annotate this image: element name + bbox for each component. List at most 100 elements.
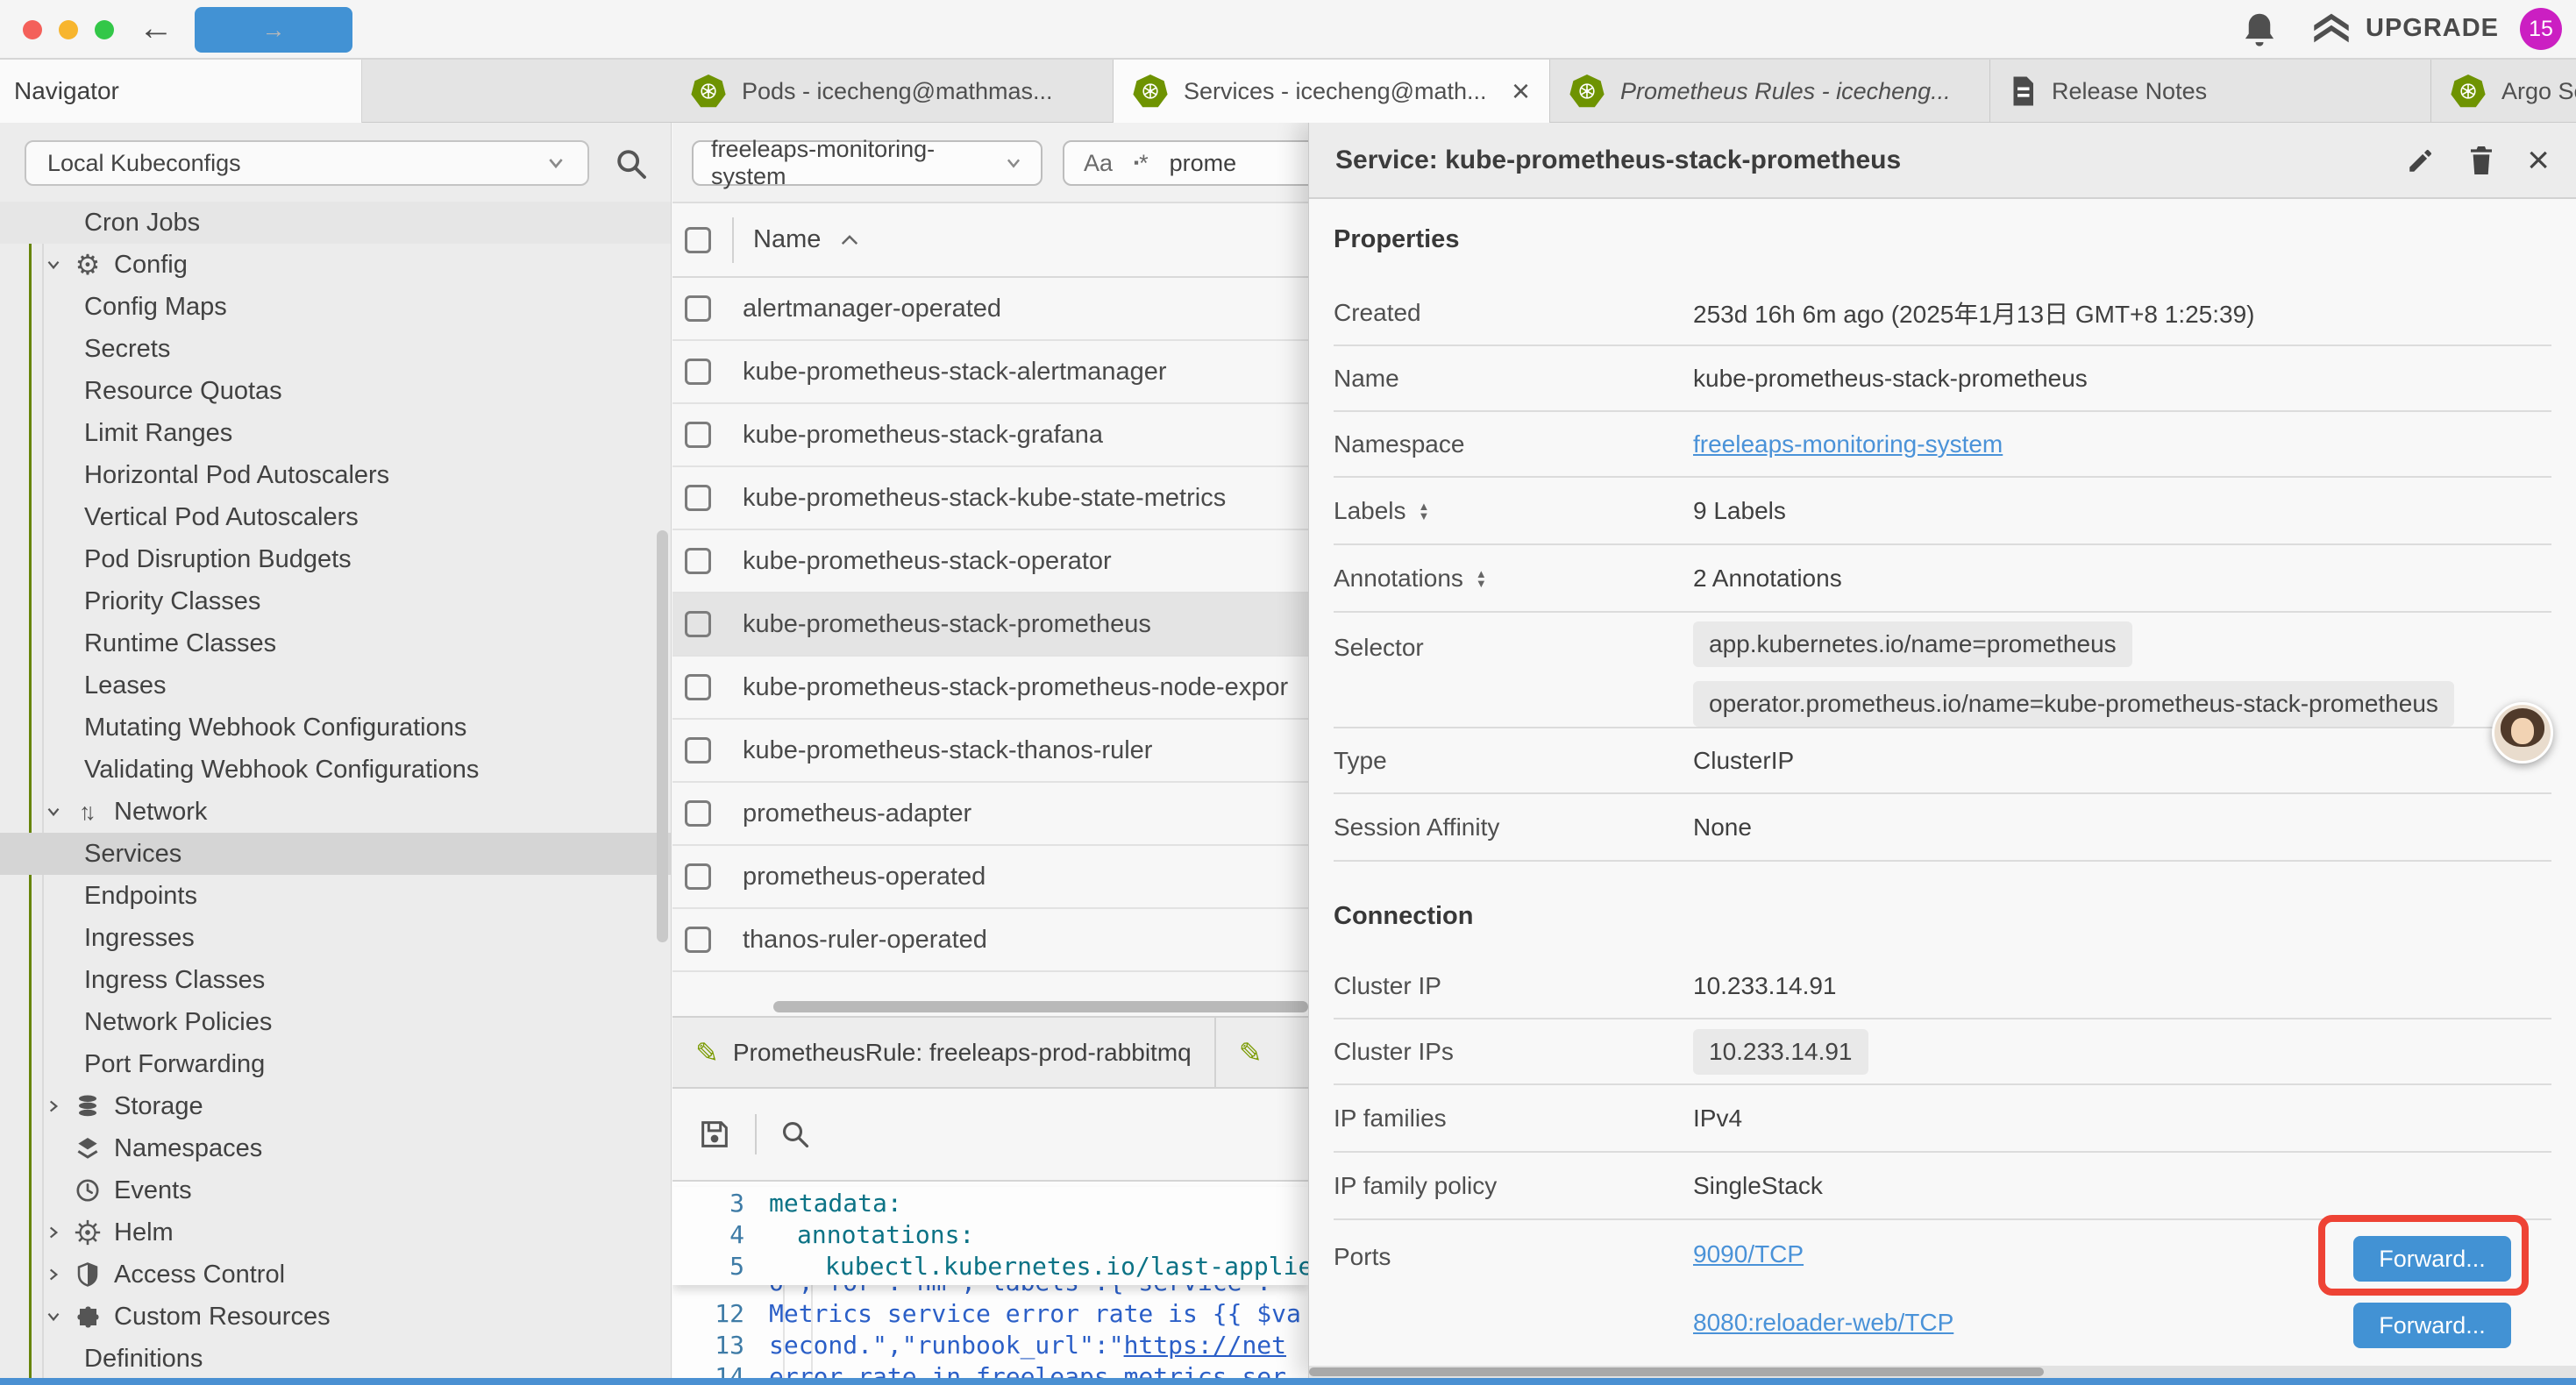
table-row[interactable]: kube-prometheus-stack-thanos-ruler [672, 720, 1308, 783]
sidebar-item-resource-quotas[interactable]: Resource Quotas [0, 370, 671, 412]
sidebar-search-icon[interactable] [614, 146, 649, 181]
sidebar-item-horizontal-pod-autoscalers[interactable]: Horizontal Pod Autoscalers [0, 454, 671, 496]
property-value[interactable]: 2 Annotations [1693, 565, 1842, 593]
upgrade-button[interactable]: UPGRADE [2311, 11, 2499, 46]
name-filter-input[interactable]: Aa ▪* prome [1063, 140, 1308, 186]
name-column-header[interactable]: Name [753, 225, 821, 254]
cluster-ip-chip[interactable]: 10.233.14.91 [1693, 1029, 1868, 1075]
sidebar-item-access-control[interactable]: Access Control [0, 1254, 671, 1296]
yaml-editor[interactable]: o","for":"hm","labels":{"service":" 12Me… [672, 1182, 1308, 1378]
sidebar-item-secrets[interactable]: Secrets [0, 328, 671, 370]
chevron-right-icon[interactable] [39, 1266, 68, 1283]
expand-collapse-icon[interactable]: ▲▼ [1419, 501, 1430, 521]
editor-tab-prometheusrule[interactable]: ✎ PrometheusRule: freeleaps-prod-rabbitm… [672, 1018, 1216, 1087]
sidebar-item-limit-ranges[interactable]: Limit Ranges [0, 412, 671, 454]
navigator-panel-tab[interactable]: Navigator [0, 60, 362, 123]
table-row[interactable]: kube-prometheus-stack-prometheus-node-ex… [672, 657, 1308, 720]
row-checkbox[interactable] [685, 863, 711, 890]
namespace-selector[interactable]: freeleaps-monitoring-system [692, 140, 1042, 186]
forward-button-8080[interactable]: Forward... [2353, 1303, 2511, 1348]
sidebar-item-definitions[interactable]: Definitions [0, 1338, 671, 1378]
sidebar-item-leases[interactable]: Leases [0, 664, 671, 707]
user-avatar[interactable] [2492, 702, 2553, 764]
sidebar-item-network[interactable]: ↑↓ Network [0, 791, 671, 833]
sidebar-item-ingresses[interactable]: Ingresses [0, 917, 671, 959]
sidebar-item-pod-disruption-budgets[interactable]: Pod Disruption Budgets [0, 538, 671, 580]
editor-tab-partial[interactable]: ✎ [1216, 1018, 1308, 1087]
traffic-light-minimize-icon[interactable] [59, 20, 78, 39]
sidebar-item-vertical-pod-autoscalers[interactable]: Vertical Pod Autoscalers [0, 496, 671, 538]
chevron-down-icon[interactable] [39, 803, 68, 820]
row-checkbox[interactable] [685, 611, 711, 637]
selector-chip[interactable]: operator.prometheus.io/name=kube-prometh… [1693, 681, 2454, 727]
table-row[interactable]: kube-prometheus-stack-kube-state-metrics [672, 467, 1308, 530]
sidebar-item-helm[interactable]: Helm [0, 1211, 671, 1254]
sidebar-item-services[interactable]: Services [0, 833, 671, 875]
namespace-link[interactable]: freeleaps-monitoring-system [1693, 430, 2003, 458]
sidebar-item-ingress-classes[interactable]: Ingress Classes [0, 959, 671, 1001]
row-checkbox[interactable] [685, 927, 711, 953]
runbook-url-link[interactable]: https://net [1124, 1331, 1286, 1360]
sidebar-item-endpoints[interactable]: Endpoints [0, 875, 671, 917]
notifications-bell-icon[interactable] [2241, 11, 2278, 51]
sidebar-item-port-forwarding[interactable]: Port Forwarding [0, 1043, 671, 1085]
row-checkbox[interactable] [685, 422, 711, 448]
port-link-8080[interactable]: 8080:reloader-web/TCP [1693, 1309, 1953, 1337]
traffic-light-zoom-icon[interactable] [95, 20, 114, 39]
table-row[interactable]: prometheus-operated [672, 846, 1308, 909]
horizontal-scrollbar[interactable] [773, 1001, 1308, 1012]
row-checkbox[interactable] [685, 674, 711, 700]
chevron-down-icon[interactable] [39, 256, 68, 273]
sidebar-item-custom-resources[interactable]: Custom Resources [0, 1296, 671, 1338]
close-drawer-icon[interactable]: × [2527, 143, 2550, 178]
table-row-selected[interactable]: kube-prometheus-stack-prometheus [672, 593, 1308, 657]
kubeconfig-selector[interactable]: Local Kubeconfigs [25, 140, 589, 186]
table-row[interactable]: thanos-ruler-operated [672, 909, 1308, 972]
tab-argo[interactable]: Argo Se [2431, 60, 2576, 123]
edit-pencil-icon[interactable] [2406, 146, 2436, 175]
row-checkbox[interactable] [685, 295, 711, 322]
save-icon[interactable] [697, 1117, 732, 1152]
row-checkbox[interactable] [685, 737, 711, 764]
sidebar-item-storage[interactable]: Storage [0, 1085, 671, 1127]
table-row[interactable]: kube-prometheus-stack-alertmanager [672, 341, 1308, 404]
expand-collapse-icon[interactable]: ▲▼ [1476, 569, 1487, 588]
tab-prometheus-rules[interactable]: Prometheus Rules - icecheng... [1550, 60, 1990, 123]
row-checkbox[interactable] [685, 485, 711, 511]
sidebar-item-priority-classes[interactable]: Priority Classes [0, 580, 671, 622]
chevron-down-icon[interactable] [39, 1308, 68, 1325]
property-value[interactable]: 9 Labels [1693, 497, 1786, 525]
port-link-9090[interactable]: 9090/TCP [1693, 1240, 1804, 1268]
drawer-horizontal-scrollbar[interactable] [1309, 1366, 2576, 1378]
forward-arrow-icon[interactable]: → [195, 7, 352, 53]
back-arrow-icon[interactable]: ← [139, 7, 174, 49]
tab-services[interactable]: Services - icecheng@math... × [1114, 60, 1550, 123]
table-row[interactable]: prometheus-adapter [672, 783, 1308, 846]
sidebar-item-config-maps[interactable]: Config Maps [0, 286, 671, 328]
row-checkbox[interactable] [685, 548, 711, 574]
row-checkbox[interactable] [685, 800, 711, 827]
selector-chip[interactable]: app.kubernetes.io/name=prometheus [1693, 621, 2132, 667]
match-case-toggle[interactable]: Aa [1084, 150, 1113, 177]
sidebar-item-validating-webhook-configurations[interactable]: Validating Webhook Configurations [0, 749, 671, 791]
row-checkbox[interactable] [685, 359, 711, 385]
traffic-light-close-icon[interactable] [23, 20, 42, 39]
sidebar-item-config[interactable]: ⚙ Config [0, 244, 671, 286]
sidebar-item-network-policies[interactable]: Network Policies [0, 1001, 671, 1043]
sidebar-item-mutating-webhook-configurations[interactable]: Mutating Webhook Configurations [0, 707, 671, 749]
table-row[interactable]: kube-prometheus-stack-operator [672, 530, 1308, 593]
delete-trash-icon[interactable] [2467, 145, 2495, 176]
sidebar-scrollbar[interactable] [657, 530, 668, 942]
editor-search-icon[interactable] [779, 1119, 811, 1150]
close-tab-icon[interactable]: × [1512, 73, 1530, 110]
sidebar-item-namespaces[interactable]: Namespaces [0, 1127, 671, 1169]
table-row[interactable]: alertmanager-operated [672, 278, 1308, 341]
sidebar-item-events[interactable]: Events [0, 1169, 671, 1211]
sidebar-item-runtime-classes[interactable]: Runtime Classes [0, 622, 671, 664]
regex-toggle[interactable]: ▪* [1134, 150, 1149, 177]
chevron-right-icon[interactable] [39, 1224, 68, 1241]
tab-pods[interactable]: Pods - icecheng@mathmas... [672, 60, 1114, 123]
sort-ascending-icon[interactable] [840, 234, 859, 246]
notification-count-badge[interactable]: 15 [2520, 8, 2562, 50]
tab-release-notes[interactable]: Release Notes [1990, 60, 2431, 123]
